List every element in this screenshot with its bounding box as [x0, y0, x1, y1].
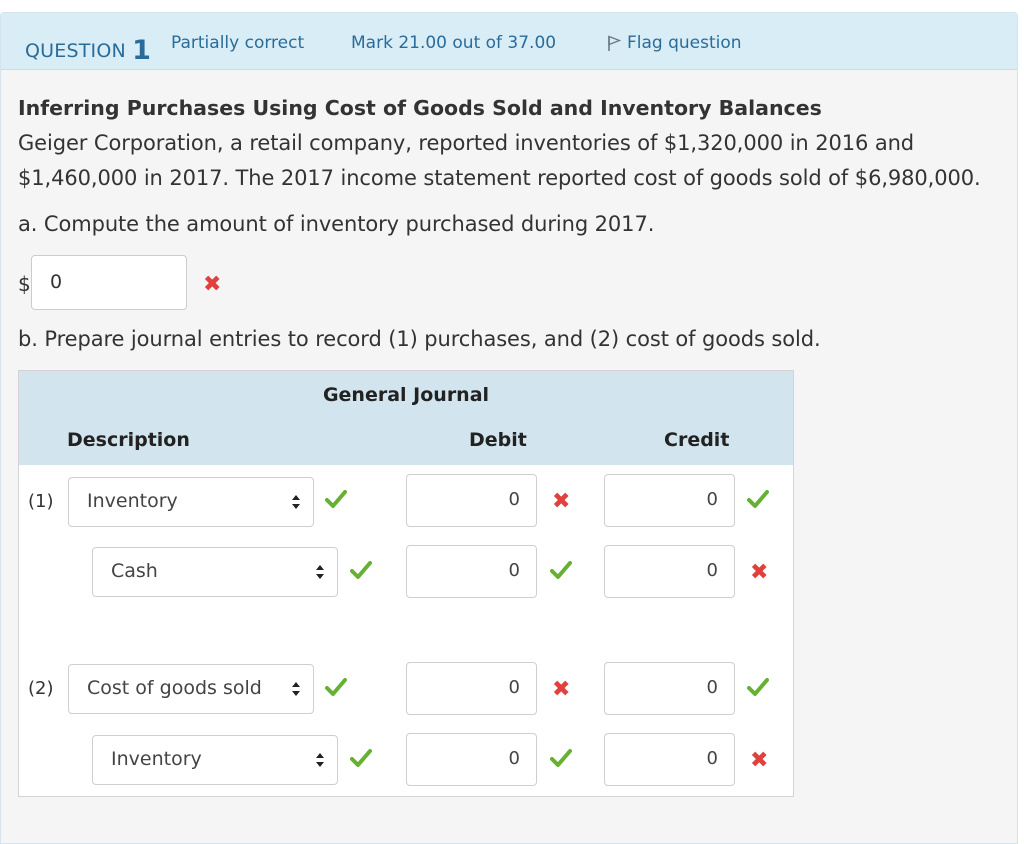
checkmark-icon: [550, 561, 572, 579]
column-header-debit: Debit: [469, 429, 527, 451]
cross-icon: ✖: [750, 560, 769, 585]
question-title: Inferring Purchases Using Cost of Goods …: [18, 96, 822, 120]
account-select-value: Inventory: [111, 748, 202, 770]
credit-input[interactable]: 0: [604, 662, 735, 715]
account-select[interactable]: Inventory: [68, 477, 314, 527]
question-number-label: QUESTION 1: [25, 35, 152, 66]
credit-input[interactable]: 0: [604, 474, 735, 527]
question-text-line-1: Geiger Corporation, a retail company, re…: [18, 131, 915, 155]
account-select[interactable]: Cost of goods sold: [68, 664, 314, 714]
select-arrows-icon: [316, 565, 324, 579]
cross-icon: ✖: [750, 748, 769, 773]
checkmark-icon: [747, 678, 769, 696]
flag-icon: [608, 35, 622, 51]
entry-number: (2): [28, 678, 54, 699]
account-select-value: Cash: [111, 560, 158, 582]
debit-input[interactable]: 0: [406, 662, 537, 715]
debit-input[interactable]: 0: [406, 733, 537, 786]
checkmark-icon: [350, 561, 372, 579]
account-select-value: Cost of goods sold: [87, 677, 262, 699]
question-mark: Mark 21.00 out of 37.00: [351, 33, 557, 53]
debit-input[interactable]: 0: [406, 474, 537, 527]
debit-input[interactable]: 0: [406, 545, 537, 598]
checkmark-icon: [747, 490, 769, 508]
journal-title: General Journal: [322, 384, 490, 406]
cross-icon: ✖: [552, 489, 571, 514]
checkmark-icon: [550, 749, 572, 767]
part-a-prompt: a. Compute the amount of inventory purch…: [18, 212, 655, 236]
checkmark-icon: [350, 749, 372, 767]
account-select-value: Inventory: [87, 490, 178, 512]
currency-symbol: $: [18, 272, 31, 296]
checkmark-icon: [325, 490, 347, 508]
flag-question-link[interactable]: Flag question: [607, 33, 742, 53]
question-header: QUESTION 1 Partially correct Mark 21.00 …: [1, 13, 1017, 70]
column-header-credit: Credit: [664, 429, 730, 451]
account-select[interactable]: Inventory: [92, 735, 338, 785]
select-arrows-icon: [316, 753, 324, 767]
question-state: Partially correct: [171, 33, 305, 53]
select-arrows-icon: [292, 495, 300, 509]
entry-number: (1): [28, 491, 54, 512]
cross-icon: ✖: [203, 272, 222, 297]
question-text-line-2: $1,460,000 in 2017. The 2017 income stat…: [18, 166, 981, 190]
credit-input[interactable]: 0: [604, 733, 735, 786]
credit-input[interactable]: 0: [604, 545, 735, 598]
account-select[interactable]: Cash: [92, 547, 338, 597]
select-arrows-icon: [292, 682, 300, 696]
checkmark-icon: [325, 678, 347, 696]
journal-header: General Journal Description Debit Credit: [19, 371, 793, 465]
general-journal-table: General Journal Description Debit Credit…: [18, 370, 794, 797]
part-a-answer-input[interactable]: 0: [31, 255, 187, 310]
part-b-prompt: b. Prepare journal entries to record (1)…: [18, 327, 821, 351]
column-header-description: Description: [67, 429, 190, 451]
flag-question-label: Flag question: [627, 33, 742, 53]
cross-icon: ✖: [552, 677, 571, 702]
